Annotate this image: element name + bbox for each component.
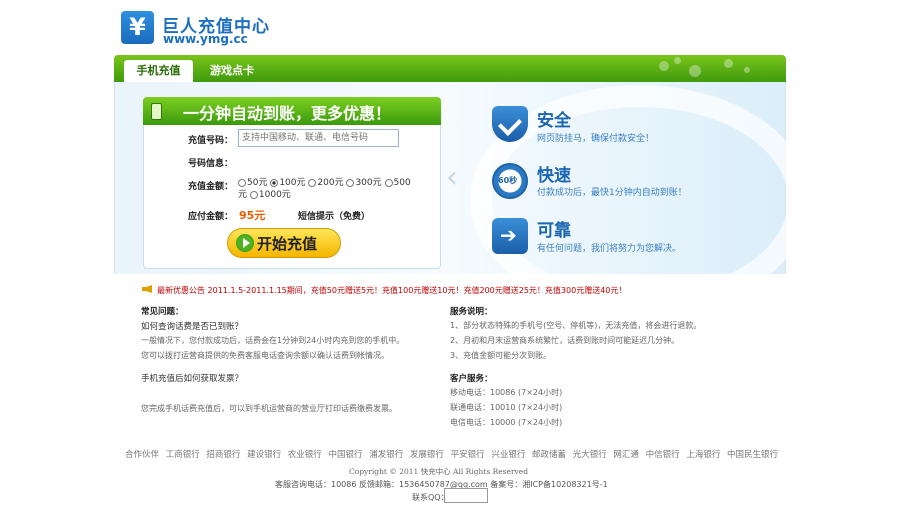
form-title: 一分钟自动到账，更多优惠！ [183, 104, 392, 123]
faq-answer-1-line-1: 一般情况下，您付款成功后，话费会在1分钟到24小时内充到您的手机中。 [141, 336, 405, 345]
chevron-left-icon: ‹ [446, 160, 458, 195]
logo-icon: ¥ [121, 11, 154, 44]
phone-number-label: 充值号码： [187, 136, 233, 146]
bubble-decoration [674, 57, 681, 64]
faq-title: 常见问题： [141, 307, 184, 317]
pay-amount-value: 95元 [239, 209, 266, 222]
start-recharge-label[interactable]: 开始充值 [257, 233, 317, 254]
customer-service-item: 移动电话：10086 (7×24小时) [450, 388, 563, 397]
faq-answer-1-line-2: 您可以拨打运营商提供的免费客服电话查询余额以确认话费到帐情况。 [141, 351, 389, 360]
amount-label: 充值金额： [187, 182, 233, 192]
promo-notice[interactable]: 最新优惠公告 2011.1.5-2011.1.15期间，充值50元赠送5元！充值… [157, 285, 626, 296]
radio-icon[interactable] [249, 190, 258, 199]
service-title: 服务说明： [450, 307, 493, 317]
copyright: Copyright © 2011 快充中心 All Rights Reserve… [349, 467, 528, 476]
play-icon[interactable] [236, 234, 254, 252]
customer-service-item: 电信电话：10000 (7×24小时) [450, 418, 563, 427]
feature-safe-desc: 网页防挂马，确保付款安全！ [537, 134, 655, 144]
customer-service-item: 联通电话：10010 (7×24小时) [450, 403, 563, 412]
number-info-label: 号码信息： [187, 159, 233, 169]
mobile-phone-icon [151, 103, 162, 120]
service-item: 1、部分状态特殊的手机号(空号、停机等)，无法充值，将会进行退款。 [450, 321, 702, 330]
feature-reliable-desc: 有任何问题，我们将努力为您解决。 [537, 244, 682, 254]
feature-reliable-title: 可靠 [537, 221, 571, 241]
contact-line: 客服咨询电话：10086 反馈邮箱：1536450787@qq.com 备案号：… [275, 480, 608, 489]
service-item: 3、充值金额可能分次到账。 [450, 351, 552, 360]
speaker-icon [142, 285, 152, 293]
radio-icon[interactable] [384, 178, 393, 187]
faq-question-1: 如何查询话费是否已到账？ [141, 322, 244, 332]
amount-option-300[interactable]: 300元 [346, 178, 382, 188]
logo-url[interactable]: www.ymg.cc [163, 32, 248, 46]
faq-question-2: 手机充值后如何获取发票？ [141, 374, 244, 384]
bubble-decoration [659, 61, 669, 71]
faq-answer-2: 您完成手机话费充值后，可以到手机运营商的营业厅打印话费缴费发票。 [141, 404, 397, 413]
phone-number-input[interactable] [238, 129, 399, 147]
stopwatch-label: 60秒 [498, 176, 518, 185]
amount-option-1000[interactable]: 1000元 [249, 190, 291, 200]
tab-game-card[interactable]: 游戏点卡 [199, 60, 265, 82]
shield-check-icon [492, 106, 528, 142]
radio-icon[interactable] [238, 178, 246, 187]
pay-amount-label: 应付金额： [187, 212, 233, 222]
amount-option-200[interactable]: 200元 [308, 178, 344, 188]
radio-icon[interactable] [308, 178, 317, 187]
feature-fast-desc: 付款成功后，最快1分钟内自动到账！ [537, 188, 687, 198]
sms-tip[interactable]: 短信提示（免费） [298, 209, 370, 222]
radio-selected-icon[interactable] [270, 178, 279, 187]
customer-service-title: 客户服务： [450, 374, 493, 384]
amount-option-50[interactable]: 50元 [238, 178, 267, 188]
service-item: 2、月初和月末运营商系统繁忙，话费到账时间可能延迟几分钟。 [450, 336, 680, 345]
radio-icon[interactable] [346, 178, 355, 187]
bubble-decoration [724, 59, 733, 68]
amount-options: 50元 100元 200元 300元 500元 1000元 [238, 177, 418, 201]
bubble-decoration [744, 67, 750, 73]
feature-fast-title: 快速 [537, 166, 571, 186]
arrow-right-icon [492, 218, 528, 254]
feature-safe-title: 安全 [537, 111, 571, 131]
partner-banks[interactable]: 合作伙伴 工商银行 招商银行 建设银行 农业银行 中国银行 浦发银行 发展银行 … [125, 448, 778, 460]
tab-mobile-recharge[interactable]: 手机充值 [124, 60, 193, 82]
amount-option-100[interactable]: 100元 [270, 178, 306, 188]
qq-status-image[interactable] [444, 488, 488, 503]
bubble-decoration [689, 65, 701, 77]
